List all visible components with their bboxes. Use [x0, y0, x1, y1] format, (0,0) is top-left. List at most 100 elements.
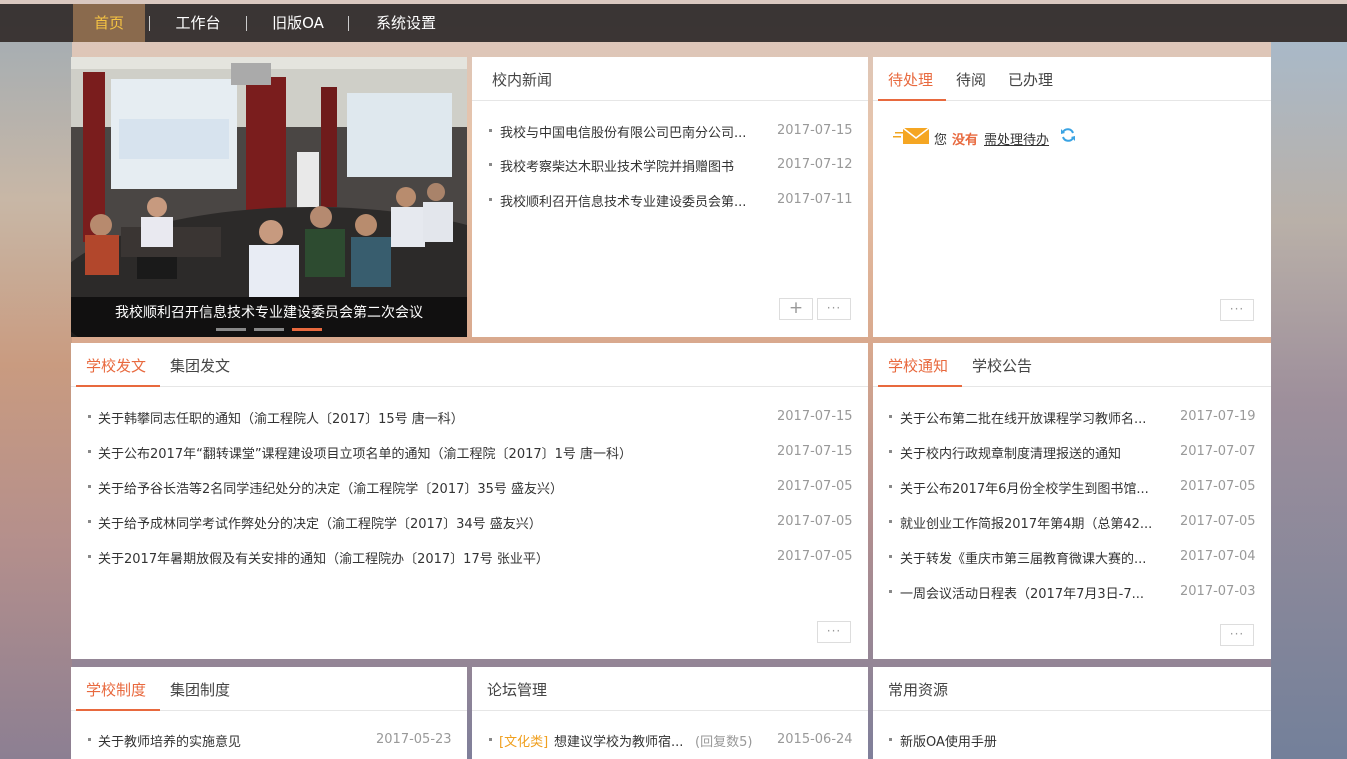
list-item[interactable]: 我校与中国电信股份有限公司巴南分公司... 2017-07-15: [472, 121, 868, 141]
document-title[interactable]: 关于给予成林同学考试作弊处分的决定（渝工程院学〔2017〕34号 盛友兴）: [98, 513, 758, 532]
tab-underline: [76, 709, 160, 711]
more-button[interactable]: ···: [1220, 624, 1254, 646]
list-item[interactable]: 关于转发《重庆市第三届教育微课大赛的... 2017-07-04: [873, 547, 1271, 567]
regulation-date: 2017-05-23: [376, 732, 452, 747]
document-date: 2017-07-05: [777, 549, 853, 564]
news-title[interactable]: 我校顺利召开信息技术专业建设委员会第...: [500, 191, 764, 210]
nav-item-home[interactable]: 首页: [73, 4, 145, 42]
notice-date: 2017-07-05: [1180, 514, 1256, 529]
list-item[interactable]: 关于教师培养的实施意见 2017-05-23: [71, 730, 467, 750]
regulation-title[interactable]: 关于教师培养的实施意见: [98, 731, 358, 750]
more-button[interactable]: ···: [817, 621, 851, 643]
nav-separator: [348, 16, 349, 31]
more-button[interactable]: ···: [817, 298, 851, 320]
nav-separator: [246, 16, 247, 31]
notices-panel: 学校通知 学校公告 关于公布第二批在线开放课程学习教师名... 2017-07-…: [873, 343, 1271, 659]
bullet-icon: [489, 738, 492, 741]
list-item[interactable]: 我校顺利召开信息技术专业建设委员会第... 2017-07-11: [472, 190, 868, 210]
panel-header: 学校发文 集团发文: [71, 343, 868, 387]
bullet-icon: [889, 415, 892, 418]
mail-icon: [893, 127, 930, 144]
refresh-icon[interactable]: [1060, 127, 1076, 143]
documents-panel: 学校发文 集团发文 关于韩攀同志任职的通知（渝工程院人〔2017〕15号 唐一科…: [71, 343, 868, 659]
message-status: 没有: [952, 133, 979, 148]
pending-todo-link[interactable]: 需处理待办: [984, 129, 1049, 148]
list-item[interactable]: 新版OA使用手册: [873, 730, 1271, 750]
document-date: 2017-07-05: [777, 479, 853, 494]
notice-title[interactable]: 关于转发《重庆市第三届教育微课大赛的...: [900, 548, 1166, 567]
notice-title[interactable]: 关于公布第二批在线开放课程学习教师名...: [900, 408, 1166, 427]
list-item[interactable]: 关于给予谷长浩等2名同学违纪处分的决定（渝工程院学〔2017〕35号 盛友兴） …: [71, 477, 868, 497]
tab-school-regulations[interactable]: 学校制度: [86, 679, 146, 700]
document-title[interactable]: 关于2017年暑期放假及有关安排的通知（渝工程院办〔2017〕17号 张业平）: [98, 548, 758, 567]
notice-title[interactable]: 关于公布2017年6月份全校学生到图书馆...: [900, 478, 1166, 497]
more-button[interactable]: ···: [1220, 299, 1254, 321]
list-item[interactable]: 关于校内行政规章制度清理报送的通知 2017-07-07: [873, 442, 1271, 462]
bullet-icon: [889, 485, 892, 488]
bullet-icon: [88, 485, 91, 488]
tab-school-documents[interactable]: 学校发文: [86, 355, 146, 376]
bullet-icon: [889, 738, 892, 741]
list-item[interactable]: 关于公布2017年6月份全校学生到图书馆... 2017-07-05: [873, 477, 1271, 497]
resource-title[interactable]: 新版OA使用手册: [900, 731, 1160, 750]
tab-done[interactable]: 已办理: [1008, 69, 1053, 90]
forum-date: 2015-06-24: [777, 732, 853, 747]
list-item[interactable]: 关于韩攀同志任职的通知（渝工程院人〔2017〕15号 唐一科） 2017-07-…: [71, 407, 868, 427]
tab-group-documents[interactable]: 集团发文: [170, 355, 230, 376]
bullet-icon: [889, 520, 892, 523]
carousel-dot-3[interactable]: [292, 328, 322, 331]
tab-to-read[interactable]: 待阅: [956, 69, 986, 90]
nav-item-old-oa[interactable]: 旧版OA: [258, 4, 338, 42]
tab-school-announcements[interactable]: 学校公告: [972, 355, 1032, 376]
document-title[interactable]: 关于给予谷长浩等2名同学违纪处分的决定（渝工程院学〔2017〕35号 盛友兴）: [98, 478, 758, 497]
list-item[interactable]: 关于2017年暑期放假及有关安排的通知（渝工程院办〔2017〕17号 张业平） …: [71, 547, 868, 567]
message-prefix: 您: [934, 133, 948, 148]
bullet-icon: [489, 198, 492, 201]
news-title[interactable]: 我校考察柴达木职业技术学院并捐赠图书: [500, 156, 764, 175]
nav-item-workbench[interactable]: 工作台: [160, 4, 236, 42]
panel-title: 常用资源: [888, 681, 949, 699]
bullet-icon: [889, 555, 892, 558]
tab-school-notices[interactable]: 学校通知: [888, 355, 948, 376]
nav-separator: [149, 16, 150, 31]
bullet-icon: [88, 415, 91, 418]
bullet-icon: [889, 450, 892, 453]
notice-title[interactable]: 就业创业工作简报2017年第4期（总第42...: [900, 513, 1166, 532]
notice-title[interactable]: 一周会议活动日程表（2017年7月3日-7...: [900, 583, 1166, 602]
background-right: [1271, 42, 1347, 759]
list-item[interactable]: [文化类] 想建议学校为教师宿... (回复数5) 2015-06-24: [472, 730, 868, 750]
tab-pending[interactable]: 待处理: [888, 69, 933, 90]
document-title[interactable]: 关于韩攀同志任职的通知（渝工程院人〔2017〕15号 唐一科）: [98, 408, 758, 427]
list-item[interactable]: 关于公布第二批在线开放课程学习教师名... 2017-07-19: [873, 407, 1271, 427]
bullet-icon: [88, 555, 91, 558]
carousel-dot-2[interactable]: [254, 328, 284, 331]
panel-header: 论坛管理: [472, 667, 868, 711]
background-left: [0, 42, 72, 759]
bullet-icon: [88, 450, 91, 453]
top-navbar: 首页 工作台 旧版OA 系统设置: [0, 4, 1347, 42]
news-date: 2017-07-15: [777, 123, 853, 138]
panel-header: 校内新闻: [472, 57, 868, 101]
news-carousel[interactable]: 我校顺利召开信息技术专业建设委员会第二次会议: [71, 57, 467, 337]
document-title[interactable]: 关于公布2017年“翻转课堂”课程建设项目立项名单的通知（渝工程院〔2017〕1…: [98, 443, 758, 462]
list-item[interactable]: 关于给予成林同学考试作弊处分的决定（渝工程院学〔2017〕34号 盛友兴） 20…: [71, 512, 868, 532]
school-news-panel: 校内新闻 我校与中国电信股份有限公司巴南分公司... 2017-07-15 我校…: [472, 57, 868, 337]
add-news-button[interactable]: +: [779, 298, 813, 320]
carousel-dot-1[interactable]: [216, 328, 246, 331]
reply-count: (回复数5): [695, 735, 753, 750]
list-item[interactable]: 关于公布2017年“翻转课堂”课程建设项目立项名单的通知（渝工程院〔2017〕1…: [71, 442, 868, 462]
list-item[interactable]: 一周会议活动日程表（2017年7月3日-7... 2017-07-03: [873, 582, 1271, 602]
list-item[interactable]: 我校考察柴达木职业技术学院并捐赠图书 2017-07-12: [472, 155, 868, 175]
list-item[interactable]: 就业创业工作简报2017年第4期（总第42... 2017-07-05: [873, 512, 1271, 532]
notice-date: 2017-07-19: [1180, 409, 1256, 424]
news-title[interactable]: 我校与中国电信股份有限公司巴南分公司...: [500, 122, 764, 141]
nav-item-settings[interactable]: 系统设置: [360, 4, 452, 42]
tab-underline: [878, 99, 946, 101]
meeting-photo: [71, 57, 467, 337]
panel-header: 常用资源: [873, 667, 1271, 711]
resources-panel: 常用资源 新版OA使用手册: [873, 667, 1271, 759]
notice-title[interactable]: 关于校内行政规章制度清理报送的通知: [900, 443, 1166, 462]
tab-group-regulations[interactable]: 集团制度: [170, 679, 230, 700]
news-date: 2017-07-11: [777, 192, 853, 207]
forum-post-title[interactable]: 想建议学校为教师宿...: [554, 731, 694, 750]
